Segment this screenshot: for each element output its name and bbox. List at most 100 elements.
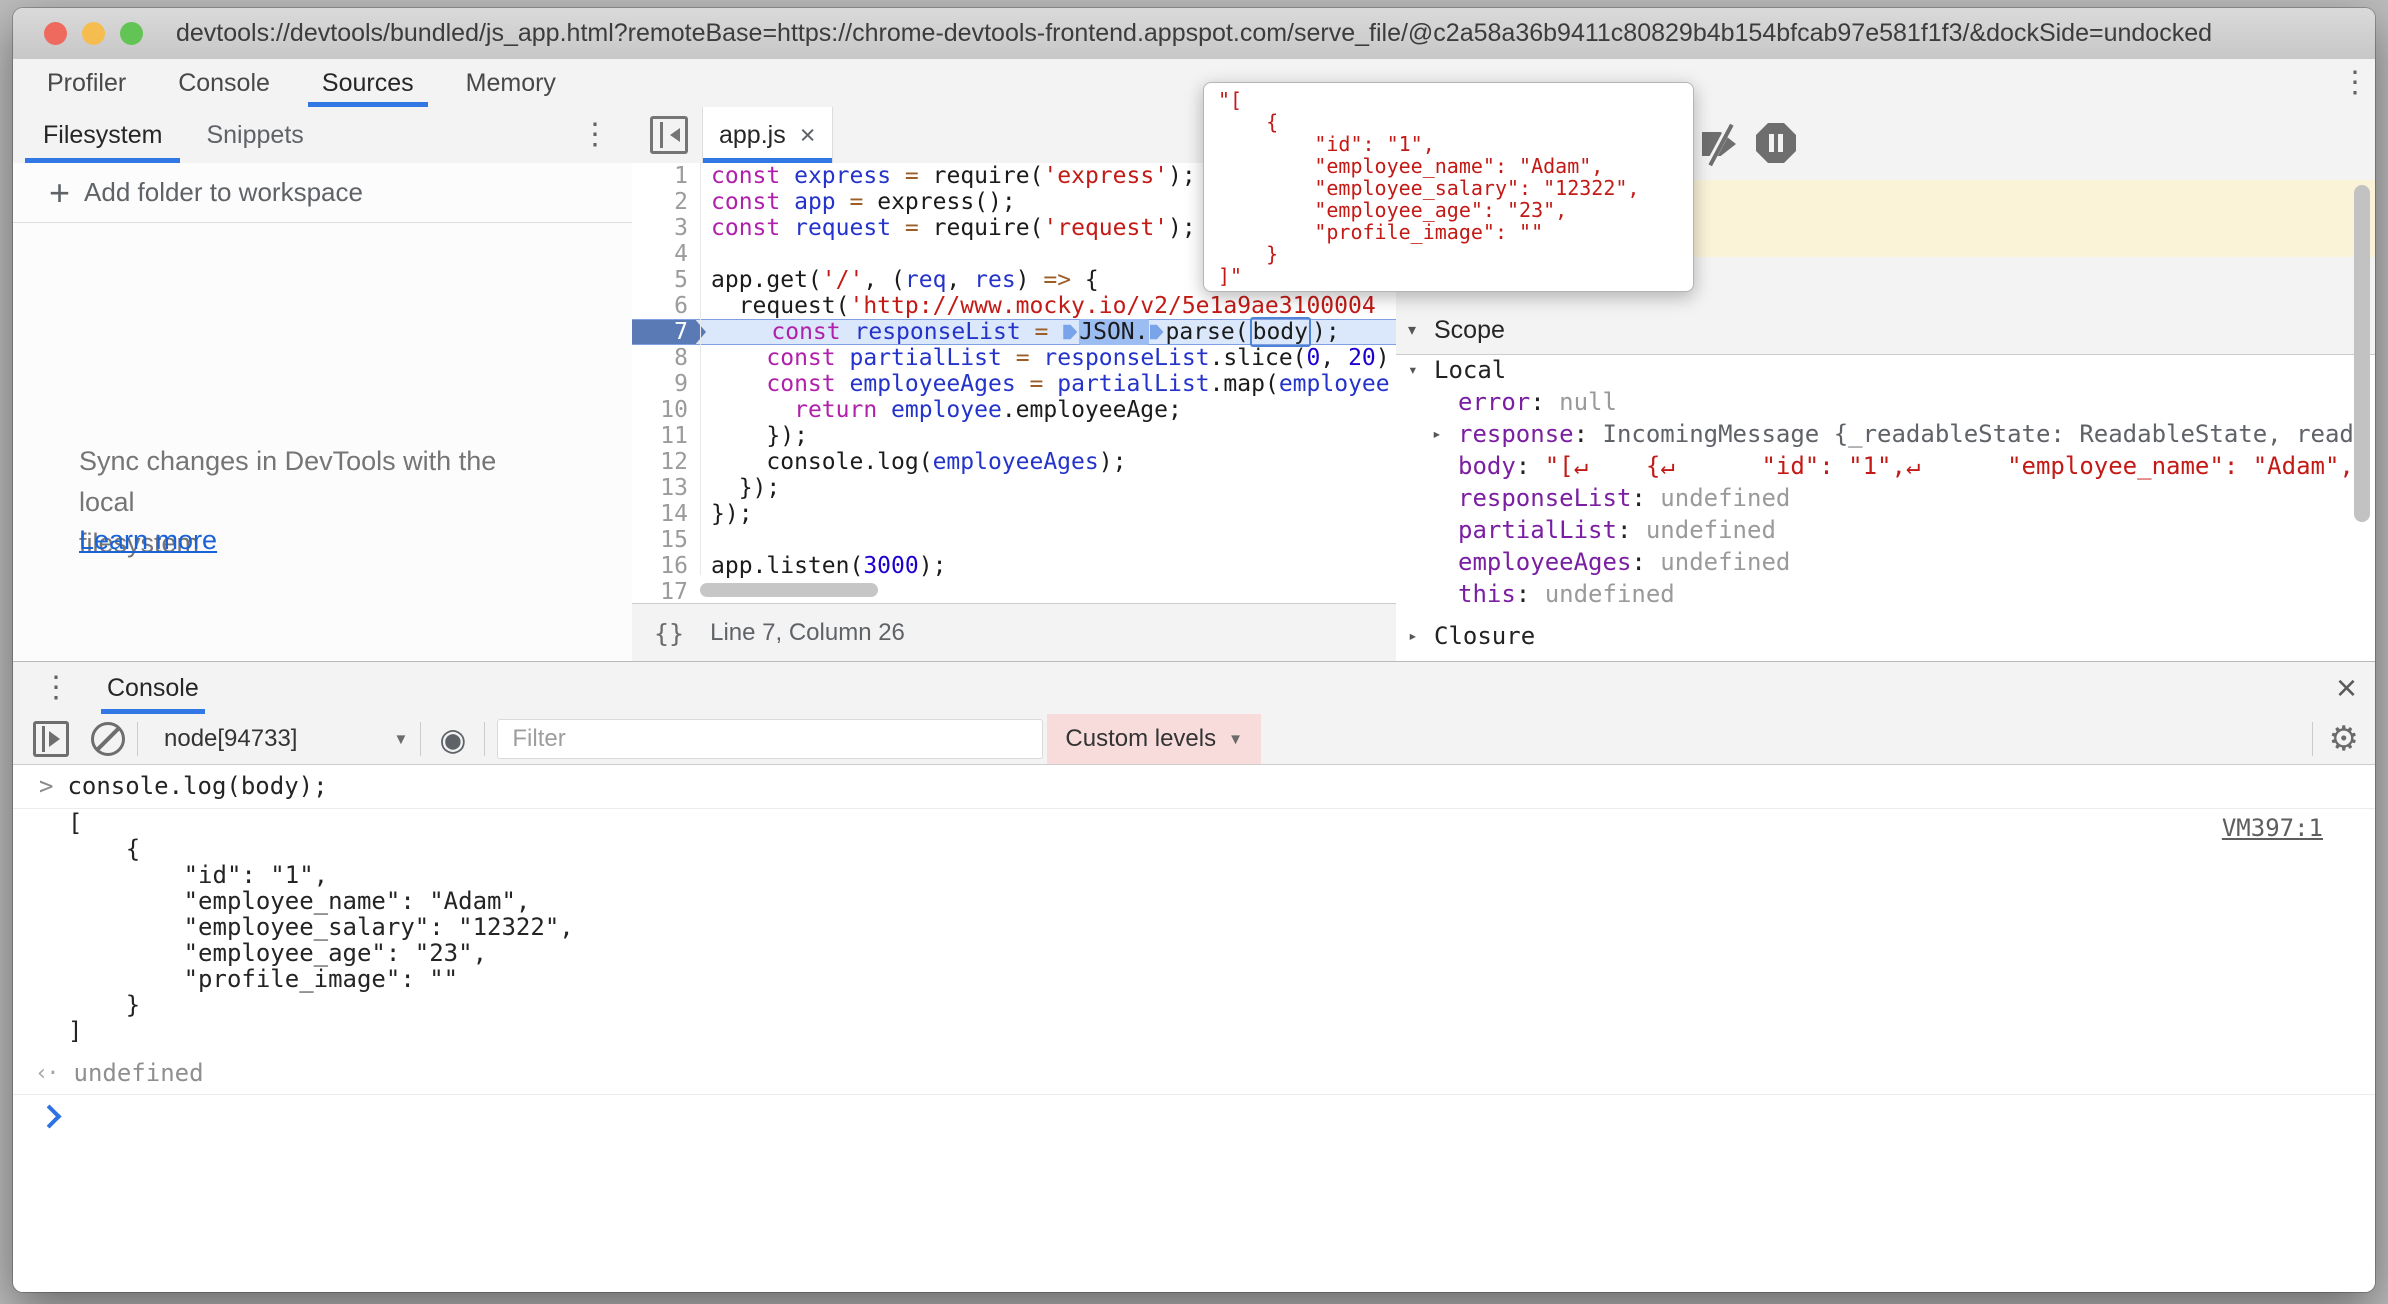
step-target-chevron-icon[interactable]: [1063, 322, 1077, 342]
line-number[interactable]: 14: [632, 501, 701, 527]
navigator-panel: + Add folder to workspace Sync changes i…: [13, 163, 633, 661]
line-number[interactable]: 13: [632, 475, 701, 501]
scope-title: Scope: [1434, 316, 1505, 345]
tab-sources[interactable]: Sources: [296, 59, 440, 107]
scope-variable-error[interactable]: error: null: [1396, 386, 2352, 418]
tab-filesystem[interactable]: Filesystem: [21, 107, 184, 163]
chevron-down-icon[interactable]: ▾: [1408, 354, 1434, 386]
code-text: const responseList = JSON.parse(body);: [706, 320, 1340, 344]
code-text: const express = require('express');: [701, 163, 1196, 189]
tab-profiler[interactable]: Profiler: [21, 59, 152, 107]
execution-context-selector[interactable]: node[94733]: [164, 725, 297, 753]
scope-section-closure[interactable]: ▸Closure: [1396, 620, 2352, 652]
code-text: const partialList = responseList.slice(0…: [701, 345, 1390, 371]
variable-value: null: [1559, 386, 1617, 418]
pause-on-exceptions-icon[interactable]: [1756, 123, 1796, 163]
chevron-down-icon[interactable]: ▾: [1408, 320, 1434, 340]
command-text: console.log(body);: [67, 772, 327, 800]
variable-name: body: [1458, 450, 1516, 482]
tab-console[interactable]: Console: [152, 59, 296, 107]
tab-snippets[interactable]: Snippets: [184, 107, 325, 163]
variable-name: partialList: [1458, 514, 1617, 546]
console-command-row: > console.log(body);: [13, 764, 2375, 809]
code-line[interactable]: 9 const employeeAges = partialList.map(e…: [632, 371, 1396, 397]
code-line[interactable]: 8 const partialList = responseList.slice…: [632, 345, 1396, 371]
code-text: app.listen(3000);: [701, 553, 946, 579]
line-number[interactable]: 11: [632, 423, 701, 449]
scope-variables: ▾Localerror: null▸response: IncomingMess…: [1396, 354, 2352, 661]
line-number[interactable]: 4: [632, 241, 701, 267]
code-line[interactable]: 10 return employee.employeeAge;: [632, 397, 1396, 423]
expander-spacer: [1432, 450, 1458, 482]
code-text: const employeeAges = partialList.map(emp…: [701, 371, 1390, 397]
execution-line[interactable]: 7 const responseList = JSON.parse(body);: [632, 319, 1396, 345]
add-folder-button[interactable]: + Add folder to workspace: [13, 163, 632, 223]
console-prompt-icon[interactable]: [37, 1104, 61, 1128]
code-text: const request = require('request');: [701, 215, 1196, 241]
console-output-json: [ { "id": "1", "employee_name": "Adam", …: [68, 810, 574, 1044]
vertical-scrollbar[interactable]: [2354, 185, 2370, 522]
line-number[interactable]: 3: [632, 215, 701, 241]
collapse-panel-icon[interactable]: [650, 116, 688, 154]
line-number[interactable]: 15: [632, 527, 701, 553]
scope-variable-body[interactable]: body: "[↵ {↵ "id": "1",↵ "employee_name"…: [1396, 450, 2352, 482]
code-line[interactable]: 15: [632, 527, 1396, 553]
deactivate-breakpoints-icon[interactable]: [1700, 124, 1740, 164]
learn-more-link[interactable]: Learn more: [79, 525, 217, 556]
file-tab-appjs[interactable]: app.js ×: [702, 107, 833, 163]
code-text: });: [701, 475, 780, 501]
scope-section-local[interactable]: ▾Local: [1396, 354, 2352, 386]
clear-console-icon[interactable]: [91, 722, 125, 756]
line-number[interactable]: 8: [632, 345, 701, 371]
code-line[interactable]: 6 request('http://www.mocky.io/v2/5e1a9a…: [632, 293, 1396, 319]
code-line[interactable]: 13 });: [632, 475, 1396, 501]
variable-name: Closure: [1434, 620, 1535, 652]
context-dropdown-icon[interactable]: ▼: [393, 731, 408, 748]
filter-input[interactable]: Filter: [497, 719, 1043, 759]
code-line[interactable]: 12 console.log(employeeAges);: [632, 449, 1396, 475]
line-number[interactable]: 2: [632, 189, 701, 215]
line-number[interactable]: 1: [632, 163, 701, 189]
chevron-right-icon[interactable]: ▸: [1432, 418, 1458, 450]
step-target-chevron-icon[interactable]: [1150, 322, 1164, 342]
tab-memory[interactable]: Memory: [440, 59, 582, 107]
main-menu-kebab-icon[interactable]: ⋮: [2340, 68, 2370, 98]
code-text: request('http://www.mocky.io/v2/5e1a9ae3…: [701, 293, 1376, 319]
scope-variable-this[interactable]: this: undefined: [1396, 578, 2352, 610]
line-number[interactable]: 10: [632, 397, 701, 423]
expander-spacer: [1432, 578, 1458, 610]
titlebar[interactable]: devtools://devtools/bundled/js_app.html?…: [13, 8, 2375, 60]
pretty-print-icon[interactable]: {}: [654, 619, 684, 648]
scope-variable-partialList[interactable]: partialList: undefined: [1396, 514, 2352, 546]
code-line[interactable]: 16app.listen(3000);: [632, 553, 1396, 579]
file-tab-close-icon[interactable]: ×: [800, 120, 816, 151]
code-text: });: [701, 423, 808, 449]
file-tab-label: app.js: [719, 121, 786, 150]
show-console-sidebar-icon[interactable]: [33, 721, 69, 757]
plus-icon: +: [49, 172, 70, 214]
line-number[interactable]: 5: [632, 267, 701, 293]
chevron-right-icon[interactable]: ▸: [1408, 620, 1434, 652]
line-number[interactable]: 12: [632, 449, 701, 475]
close-drawer-icon[interactable]: ×: [2336, 670, 2357, 706]
scope-section-header[interactable]: ▾ Scope: [1396, 306, 2375, 355]
source-location-link[interactable]: VM397:1: [2222, 814, 2323, 842]
scope-variable-employeeAges[interactable]: employeeAges: undefined: [1396, 546, 2352, 578]
live-expression-eye-icon[interactable]: ◉: [439, 724, 466, 755]
code-line[interactable]: 14});: [632, 501, 1396, 527]
log-levels-dropdown[interactable]: Custom levels ▼: [1047, 714, 1261, 764]
line-number[interactable]: 17: [632, 579, 701, 603]
expander-spacer: [1432, 546, 1458, 578]
line-number[interactable]: 16: [632, 553, 701, 579]
line-number[interactable]: 6: [632, 293, 701, 319]
console-tab[interactable]: Console: [107, 662, 199, 714]
navigator-kebab-icon[interactable]: ⋮: [580, 120, 610, 150]
scope-variable-response[interactable]: ▸response: IncomingMessage {_readableSta…: [1396, 418, 2352, 450]
line-number[interactable]: 9: [632, 371, 701, 397]
execution-line-marker[interactable]: 7: [632, 320, 706, 344]
code-line[interactable]: 11 });: [632, 423, 1396, 449]
horizontal-scrollbar[interactable]: [700, 583, 878, 597]
console-settings-gear-icon[interactable]: ⚙: [2329, 722, 2359, 756]
console-kebab-icon[interactable]: ⋮: [41, 673, 71, 703]
scope-variable-responseList[interactable]: responseList: undefined: [1396, 482, 2352, 514]
